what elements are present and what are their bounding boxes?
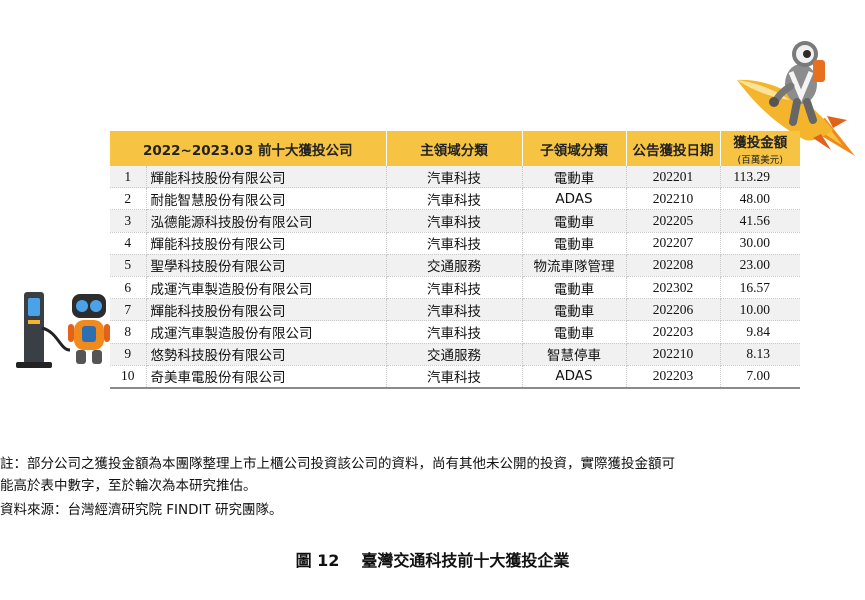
cell-company: 輝能科技股份有限公司 <box>146 166 387 189</box>
source-note: 資料來源：台灣經濟研究院 FINDIT 研究團隊。 <box>0 502 283 518</box>
cell-date: 202205 <box>626 209 721 233</box>
figure-number: 圖 12 <box>295 551 340 570</box>
table-row: 2 耐能智慧股份有限公司 汽車科技 ADAS 202210 48.00 <box>110 187 801 211</box>
cell-sub-category: 電動車 <box>522 209 627 233</box>
cell-company: 泓德能源科技股份有限公司 <box>146 209 387 233</box>
cell-company: 悠勢科技股份有限公司 <box>146 343 387 366</box>
cell-company: 成運汽車製造股份有限公司 <box>146 276 387 300</box>
investment-table-container: 2022~2023.03 前十大獲投公司 主領域分類 子領域分類 公告獲投日期 … <box>110 131 801 389</box>
cell-amount: 30.00 <box>720 232 801 255</box>
cell-date: 202210 <box>626 343 721 366</box>
cell-amount: 9.84 <box>720 320 801 344</box>
cell-amount: 48.00 <box>720 187 801 211</box>
cell-rank: 10 <box>110 365 147 389</box>
cell-rank: 6 <box>110 276 147 300</box>
cell-main-category: 汽車科技 <box>386 187 523 211</box>
cell-company: 成運汽車製造股份有限公司 <box>146 320 387 344</box>
cell-rank: 2 <box>110 187 147 211</box>
header-main-category: 主領域分類 <box>386 131 523 166</box>
cell-sub-category: ADAS <box>522 365 627 389</box>
figure-title: 臺灣交通科技前十大獲投企業 <box>361 551 570 570</box>
cell-rank: 4 <box>110 232 147 255</box>
cell-date: 202208 <box>626 254 721 277</box>
cell-main-category: 汽車科技 <box>386 232 523 255</box>
cell-sub-category: ADAS <box>522 187 627 211</box>
cell-date: 202203 <box>626 320 721 344</box>
cell-main-category: 汽車科技 <box>386 320 523 344</box>
cell-amount: 7.00 <box>720 365 801 389</box>
cell-main-category: 交通服務 <box>386 254 523 277</box>
cell-company: 輝能科技股份有限公司 <box>146 298 387 322</box>
cell-sub-category: 電動車 <box>522 320 627 344</box>
figure-caption: 圖 12 臺灣交通科技前十大獲投企業 <box>0 547 865 571</box>
table-row: 7 輝能科技股份有限公司 汽車科技 電動車 202206 10.00 <box>110 298 801 322</box>
cell-rank: 7 <box>110 298 147 322</box>
cell-amount: 23.00 <box>720 254 801 277</box>
cell-main-category: 汽車科技 <box>386 209 523 233</box>
table-body: 1 輝能科技股份有限公司 汽車科技 電動車 202201 113.29 2 耐能智慧股份有限公… <box>110 166 801 389</box>
footnote-line-1: 註：部分公司之獲投金額為本團隊整理上市上櫃公司投資該公司的資料，尚有其他未公開的… <box>0 456 675 472</box>
cell-company: 聖學科技股份有限公司 <box>146 254 387 277</box>
cell-main-category: 汽車科技 <box>386 276 523 300</box>
cell-sub-category: 電動車 <box>522 276 627 300</box>
cell-main-category: 汽車科技 <box>386 298 523 322</box>
header-amount: 獲投金額 (百萬美元) <box>720 131 801 166</box>
cell-amount: 16.57 <box>720 276 801 300</box>
cell-date: 202302 <box>626 276 721 300</box>
cell-rank: 8 <box>110 320 147 344</box>
table-row: 3 泓德能源科技股份有限公司 汽車科技 電動車 202205 41.56 <box>110 209 801 233</box>
table-row: 9 悠勢科技股份有限公司 交通服務 智慧停車 202210 8.13 <box>110 343 801 366</box>
cell-company: 耐能智慧股份有限公司 <box>146 187 387 211</box>
table-row: 10 奇美車電股份有限公司 汽車科技 ADAS 202203 7.00 <box>110 365 801 389</box>
cell-amount: 8.13 <box>720 343 801 366</box>
cell-sub-category: 智慧停車 <box>522 343 627 366</box>
cell-main-category: 交通服務 <box>386 343 523 366</box>
cell-company: 奇美車電股份有限公司 <box>146 365 387 389</box>
top-ten-investment-table: 2022~2023.03 前十大獲投公司 主領域分類 子領域分類 公告獲投日期 … <box>110 131 801 389</box>
cell-sub-category: 電動車 <box>522 298 627 322</box>
cell-rank: 5 <box>110 254 147 277</box>
footnote-line-2: 能高於表中數字，至於輪次為本研究推估。 <box>0 478 257 494</box>
header-company: 2022~2023.03 前十大獲投公司 <box>110 131 387 166</box>
cell-date: 202206 <box>626 298 721 322</box>
cell-rank: 3 <box>110 209 147 233</box>
cell-sub-category: 電動車 <box>522 166 627 189</box>
cell-date: 202207 <box>626 232 721 255</box>
table-row: 8 成運汽車製造股份有限公司 汽車科技 電動車 202203 9.84 <box>110 320 801 344</box>
header-amount-unit: (百萬美元) <box>737 155 783 166</box>
table-header: 2022~2023.03 前十大獲投公司 主領域分類 子領域分類 公告獲投日期 … <box>110 131 801 166</box>
table-row: 5 聖學科技股份有限公司 交通服務 物流車隊管理 202208 23.00 <box>110 254 801 277</box>
header-sub-category: 子領域分類 <box>522 131 627 166</box>
table-row: 4 輝能科技股份有限公司 汽車科技 電動車 202207 30.00 <box>110 232 801 255</box>
cell-amount: 113.29 <box>720 166 801 189</box>
table-row: 1 輝能科技股份有限公司 汽車科技 電動車 202201 113.29 <box>110 166 801 189</box>
header-date: 公告獲投日期 <box>626 131 721 166</box>
cell-rank: 1 <box>110 166 147 189</box>
cell-date: 202203 <box>626 365 721 389</box>
cell-main-category: 汽車科技 <box>386 166 523 189</box>
header-row: 2022~2023.03 前十大獲投公司 主領域分類 子領域分類 公告獲投日期 … <box>110 131 801 166</box>
table-row: 6 成運汽車製造股份有限公司 汽車科技 電動車 202302 16.57 <box>110 276 801 300</box>
header-amount-label: 獲投金額 <box>733 135 788 151</box>
cell-sub-category: 物流車隊管理 <box>522 254 627 277</box>
cell-date: 202201 <box>626 166 721 189</box>
ev-charger-robot-illustration <box>16 292 110 368</box>
cell-main-category: 汽車科技 <box>386 365 523 389</box>
cell-company: 輝能科技股份有限公司 <box>146 232 387 255</box>
cell-sub-category: 電動車 <box>522 232 627 255</box>
cell-date: 202210 <box>626 187 721 211</box>
cell-rank: 9 <box>110 343 147 366</box>
cell-amount: 41.56 <box>720 209 801 233</box>
cell-amount: 10.00 <box>720 298 801 322</box>
